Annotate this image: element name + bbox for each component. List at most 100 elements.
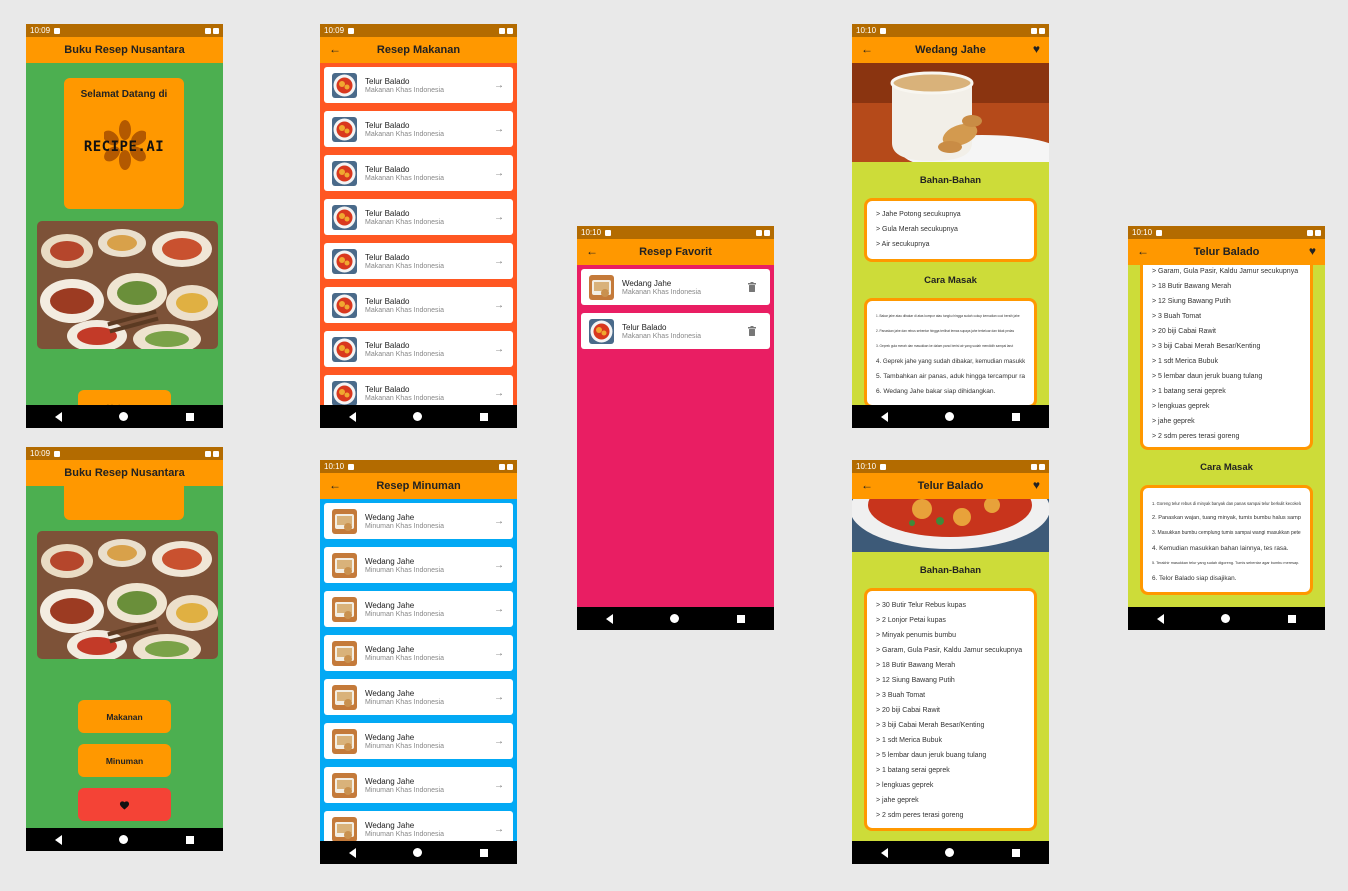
list-item[interactable]: Telur Balado Makanan Khas Indonesia →	[324, 111, 513, 147]
makanan-button[interactable]: Makanan	[78, 700, 171, 733]
nav-home-icon[interactable]	[670, 614, 680, 623]
ingredient-item: > Garam, Gula Pasir, Kaldu Jamur secukup…	[1152, 268, 1299, 275]
page-title: Resep Favorit	[639, 246, 712, 258]
ingredient-item: > Garam, Gula Pasir, Kaldu Jamur secukup…	[876, 647, 1023, 654]
recipe-subtitle: Minuman Khas Indonesia	[365, 830, 444, 838]
nav-home-icon[interactable]	[413, 848, 423, 857]
back-arrow-icon[interactable]: ←	[329, 478, 341, 492]
list-item[interactable]: Telur Balado Makanan Khas Indonesia →	[324, 375, 513, 405]
arrow-right-icon[interactable]: →	[489, 212, 509, 223]
recipe-name: Wedang Jahe	[365, 732, 415, 742]
list-item[interactable]: Wedang Jahe Minuman Khas Indonesia →	[324, 547, 513, 583]
list-item[interactable]: Wedang Jahe Makanan Khas Indonesia	[581, 269, 770, 305]
nav-home-icon[interactable]	[945, 848, 955, 857]
favorite-heart-icon[interactable]: ♥	[1309, 244, 1316, 258]
ingredient-item: > jahe geprek	[876, 797, 919, 804]
list-item[interactable]: Wedang Jahe Minuman Khas Indonesia →	[324, 767, 513, 803]
favorite-button[interactable]	[78, 788, 171, 821]
ingredient-item: > 5 lembar daun jeruk buang tulang	[876, 752, 987, 759]
makanan-button[interactable]: Makanan	[78, 390, 171, 405]
makanan-list[interactable]: Telur Balado Makanan Khas Indonesia → Telur…	[320, 63, 517, 405]
delete-icon[interactable]	[742, 282, 762, 292]
arrow-right-icon[interactable]: →	[489, 560, 509, 571]
ingredient-item: > 2 sdm peres terasi goreng	[876, 812, 964, 819]
cooking-step: 5. Tambahkan air panas, aduk hingga terc…	[876, 373, 1025, 380]
nav-back-icon[interactable]	[1156, 613, 1164, 624]
notification-icon	[54, 450, 61, 457]
nav-back-icon[interactable]	[348, 411, 356, 422]
list-item[interactable]: Wedang Jahe Minuman Khas Indonesia →	[324, 811, 513, 841]
arrow-right-icon[interactable]: →	[489, 388, 509, 399]
nav-recents-icon[interactable]	[1012, 848, 1021, 857]
list-item[interactable]: Wedang Jahe Minuman Khas Indonesia →	[324, 679, 513, 715]
arrow-right-icon[interactable]: →	[489, 780, 509, 791]
nav-home-icon[interactable]	[413, 412, 423, 421]
nav-back-icon[interactable]	[605, 613, 613, 624]
nav-back-icon[interactable]	[54, 834, 62, 845]
back-arrow-icon[interactable]: ←	[586, 244, 598, 258]
list-item[interactable]: Telur Balado Makanan Khas Indonesia →	[324, 199, 513, 235]
minuman-list[interactable]: Wedang Jahe Minuman Khas Indonesia → Wedang…	[320, 499, 517, 841]
arrow-right-icon[interactable]: →	[489, 168, 509, 179]
nav-home-icon[interactable]	[119, 412, 129, 421]
page-title: Telur Balado	[917, 480, 984, 492]
home-content[interactable]: Makanan Minuman	[26, 486, 223, 828]
detail-content[interactable]: > Garam, Gula Pasir, Kaldu Jamur secukup…	[1128, 265, 1325, 607]
status-bar: 10:10	[852, 460, 1049, 473]
arrow-right-icon[interactable]: →	[489, 604, 509, 615]
list-item[interactable]: Wedang Jahe Minuman Khas Indonesia →	[324, 591, 513, 627]
minuman-button[interactable]: Minuman	[78, 744, 171, 777]
list-item[interactable]: Wedang Jahe Minuman Khas Indonesia →	[324, 723, 513, 759]
ingredient-item: > jahe geprek	[1152, 418, 1195, 425]
back-arrow-icon[interactable]: ←	[861, 42, 873, 56]
back-arrow-icon[interactable]: ←	[1137, 244, 1149, 258]
battery-icon	[1039, 27, 1045, 34]
favorit-list[interactable]: Wedang Jahe Makanan Khas Indonesia Telur B…	[577, 265, 774, 607]
app-bar: ← Resep Favorit	[577, 239, 774, 265]
nav-recents-icon[interactable]	[737, 614, 746, 623]
list-item[interactable]: Wedang Jahe Minuman Khas Indonesia →	[324, 503, 513, 539]
home-content[interactable]: Selamat Datang di RECIPE.AI Makana	[26, 63, 223, 405]
nav-recents-icon[interactable]	[186, 835, 195, 844]
nav-bar	[320, 841, 517, 864]
nav-back-icon[interactable]	[54, 411, 62, 422]
nav-recents-icon[interactable]	[480, 412, 489, 421]
arrow-right-icon[interactable]: →	[489, 300, 509, 311]
detail-content[interactable]: Bahan-Bahan > 30 Butir Telur Rebus kupas…	[852, 499, 1049, 841]
nav-recents-icon[interactable]	[1012, 412, 1021, 421]
ingredient-item: > 1 batang serai geprek	[1152, 388, 1226, 395]
nav-recents-icon[interactable]	[480, 848, 489, 857]
arrow-right-icon[interactable]: →	[489, 736, 509, 747]
arrow-right-icon[interactable]: →	[489, 516, 509, 527]
list-item[interactable]: Telur Balado Makanan Khas Indonesia →	[324, 155, 513, 191]
back-arrow-icon[interactable]: ←	[329, 42, 341, 56]
list-item[interactable]: Wedang Jahe Minuman Khas Indonesia →	[324, 635, 513, 671]
nav-home-icon[interactable]	[1221, 614, 1231, 623]
arrow-right-icon[interactable]: →	[489, 256, 509, 267]
nav-back-icon[interactable]	[880, 411, 888, 422]
favorite-heart-icon[interactable]: ♥	[1033, 42, 1040, 56]
list-item[interactable]: Telur Balado Makanan Khas Indonesia →	[324, 331, 513, 367]
nav-recents-icon[interactable]	[1288, 614, 1297, 623]
list-item[interactable]: Telur Balado Makanan Khas Indonesia →	[324, 243, 513, 279]
nav-home-icon[interactable]	[945, 412, 955, 421]
wifi-icon	[1031, 463, 1037, 470]
arrow-right-icon[interactable]: →	[489, 648, 509, 659]
arrow-right-icon[interactable]: →	[489, 692, 509, 703]
arrow-right-icon[interactable]: →	[489, 80, 509, 91]
detail-content[interactable]: Bahan-Bahan > Jahe Potong secukupnya > Gu…	[852, 63, 1049, 405]
list-item[interactable]: Telur Balado Makanan Khas Indonesia →	[324, 67, 513, 103]
delete-icon[interactable]	[742, 326, 762, 336]
favorite-heart-icon[interactable]: ♥	[1033, 478, 1040, 492]
nav-back-icon[interactable]	[348, 847, 356, 858]
arrow-right-icon[interactable]: →	[489, 124, 509, 135]
arrow-right-icon[interactable]: →	[489, 344, 509, 355]
arrow-right-icon[interactable]: →	[489, 824, 509, 835]
back-arrow-icon[interactable]: ←	[861, 478, 873, 492]
nav-recents-icon[interactable]	[186, 412, 195, 421]
list-item[interactable]: Telur Balado Makanan Khas Indonesia	[581, 313, 770, 349]
nav-back-icon[interactable]	[880, 847, 888, 858]
list-item[interactable]: Telur Balado Makanan Khas Indonesia →	[324, 287, 513, 323]
recipe-thumbnail	[589, 318, 614, 344]
nav-home-icon[interactable]	[119, 835, 129, 844]
